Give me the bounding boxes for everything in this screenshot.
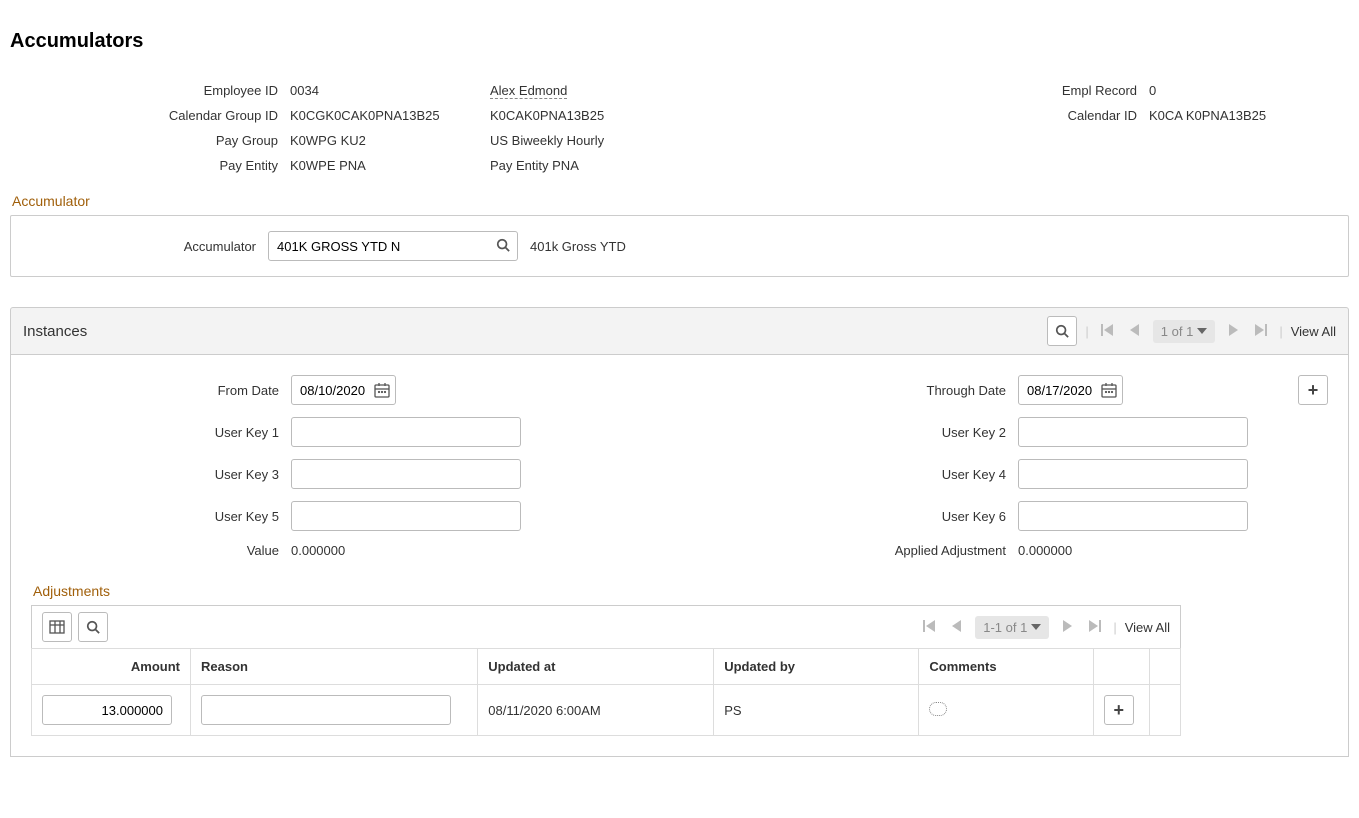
pay-entity-desc: Pay Entity PNA <box>490 158 690 173</box>
user-key-4-input[interactable] <box>1018 459 1248 489</box>
previous-icon[interactable] <box>947 617 967 637</box>
calendar-group-value: K0CGK0CAK0PNA13B25 <box>290 108 490 123</box>
header-info: Employee ID 0034 Alex Edmond Empl Record… <box>10 83 1349 173</box>
accumulator-input[interactable] <box>268 231 518 261</box>
adjustments-count[interactable]: 1-1 of 1 <box>975 616 1049 639</box>
col-amount[interactable]: Amount <box>32 649 191 685</box>
user-key-1-label: User Key 1 <box>31 425 291 440</box>
pay-group-desc: US Biweekly Hourly <box>490 133 690 148</box>
table-row: 08/11/2020 6:00AM PS + <box>32 685 1181 736</box>
user-key-2-label: User Key 2 <box>868 425 1018 440</box>
col-reason[interactable]: Reason <box>191 649 478 685</box>
next-icon[interactable] <box>1057 617 1077 637</box>
first-icon[interactable] <box>1097 321 1117 341</box>
add-row-button[interactable]: + <box>1104 695 1134 725</box>
col-updated-by[interactable]: Updated by <box>714 649 919 685</box>
instances-grid: Instances | 1 of 1 | View All <box>10 307 1349 757</box>
user-key-5-label: User Key 5 <box>31 509 291 524</box>
reason-input[interactable] <box>201 695 451 725</box>
col-comments[interactable]: Comments <box>919 649 1093 685</box>
amount-input[interactable] <box>42 695 172 725</box>
pay-group-label: Pay Group <box>10 133 290 148</box>
add-instance-button[interactable]: + <box>1298 375 1328 405</box>
updated-at-value: 08/11/2020 6:00AM <box>478 685 714 736</box>
pay-group-value: K0WPG KU2 <box>290 133 490 148</box>
applied-adjustment-label: Applied Adjustment <box>868 543 1018 558</box>
last-icon[interactable] <box>1251 321 1271 341</box>
user-key-4-label: User Key 4 <box>868 467 1018 482</box>
last-icon[interactable] <box>1085 617 1105 637</box>
instances-title: Instances <box>23 323 87 340</box>
applied-adjustment-display: 0.000000 <box>1018 543 1278 558</box>
next-icon[interactable] <box>1223 321 1243 341</box>
from-date-label: From Date <box>31 383 291 398</box>
previous-icon[interactable] <box>1125 321 1145 341</box>
empl-record-label: Empl Record <box>1019 83 1149 98</box>
employee-id-label: Employee ID <box>10 83 290 98</box>
pay-entity-value: K0WPE PNA <box>290 158 490 173</box>
calendar-group-label: Calendar Group ID <box>10 108 290 123</box>
calendar-icon[interactable] <box>1101 382 1117 398</box>
lookup-icon[interactable] <box>496 238 512 254</box>
accumulator-description: 401k Gross YTD <box>530 239 626 254</box>
user-key-5-input[interactable] <box>291 501 521 531</box>
accumulator-box: Accumulator 401k Gross YTD <box>10 215 1349 277</box>
user-key-6-label: User Key 6 <box>868 509 1018 524</box>
first-icon[interactable] <box>919 617 939 637</box>
accumulator-label: Accumulator <box>26 239 256 254</box>
user-key-6-input[interactable] <box>1018 501 1248 531</box>
pay-entity-label: Pay Entity <box>10 158 290 173</box>
accumulator-section-title: Accumulator <box>12 193 1349 209</box>
user-key-2-input[interactable] <box>1018 417 1248 447</box>
user-key-3-label: User Key 3 <box>31 467 291 482</box>
page-title: Accumulators <box>10 30 1349 53</box>
comment-icon[interactable] <box>929 702 947 716</box>
employee-name-link[interactable]: Alex Edmond <box>490 83 690 98</box>
adjustments-table: Amount Reason Updated at Updated by Comm… <box>31 648 1181 736</box>
col-updated-at[interactable]: Updated at <box>478 649 714 685</box>
employee-id-value: 0034 <box>290 83 490 98</box>
instances-count[interactable]: 1 of 1 <box>1153 320 1216 343</box>
value-label: Value <box>31 543 291 558</box>
calendar-group-desc: K0CAK0PNA13B25 <box>490 108 690 123</box>
grid-find-button[interactable] <box>78 612 108 642</box>
instances-find-button[interactable] <box>1047 316 1077 346</box>
adjustments-title: Adjustments <box>33 583 1328 599</box>
calendar-icon[interactable] <box>374 382 390 398</box>
updated-by-value: PS <box>714 685 919 736</box>
instances-view-all[interactable]: View All <box>1291 324 1336 339</box>
user-key-1-input[interactable] <box>291 417 521 447</box>
value-display: 0.000000 <box>291 543 551 558</box>
user-key-3-input[interactable] <box>291 459 521 489</box>
adjustments-view-all[interactable]: View All <box>1125 620 1170 635</box>
empl-record-value: 0 <box>1149 83 1349 98</box>
through-date-label: Through Date <box>868 383 1018 398</box>
grid-settings-button[interactable] <box>42 612 72 642</box>
calendar-id-label: Calendar ID <box>1019 108 1149 123</box>
calendar-id-value: K0CA K0PNA13B25 <box>1149 108 1349 123</box>
